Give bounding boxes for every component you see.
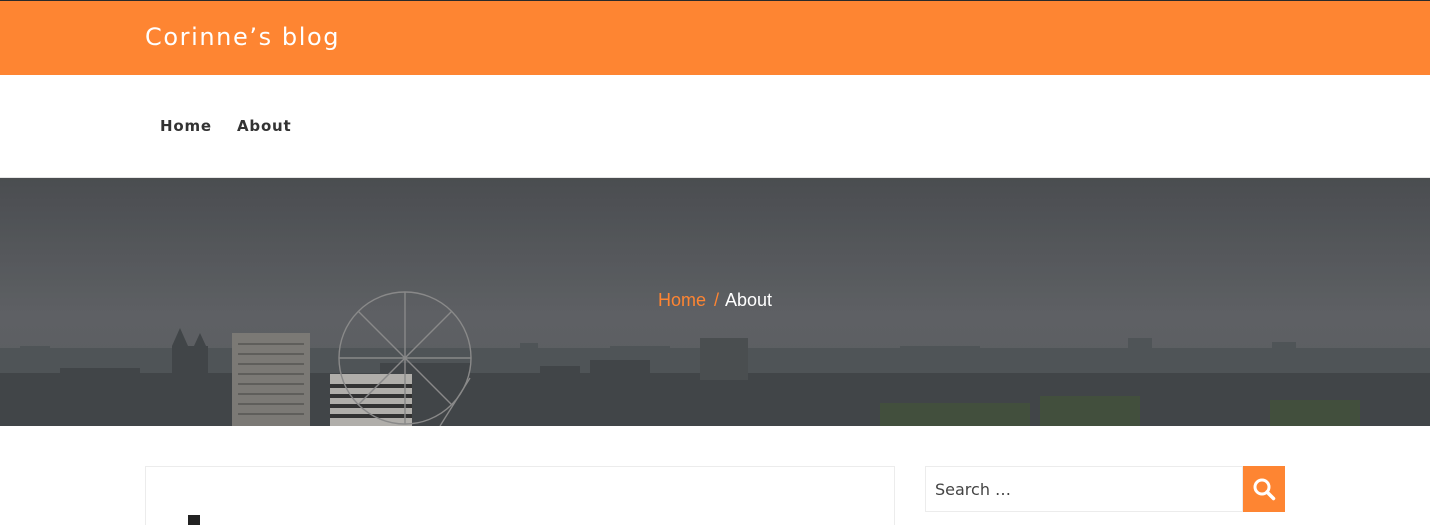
- main-navigation: Home About: [0, 75, 1430, 178]
- nav-item-about[interactable]: About: [237, 117, 292, 135]
- sidebar-search-form: [925, 466, 1285, 512]
- breadcrumb-home-link[interactable]: Home: [658, 290, 706, 310]
- search-button[interactable]: [1243, 466, 1285, 512]
- search-input[interactable]: [925, 466, 1243, 512]
- nav-item-home[interactable]: Home: [160, 117, 212, 135]
- hero-banner: Home / About: [0, 178, 1430, 426]
- search-icon: [1253, 478, 1276, 501]
- page-heading-fragment: [188, 515, 200, 525]
- site-title-link[interactable]: Corinne’s blog: [145, 23, 340, 51]
- breadcrumb: Home / About: [0, 290, 1430, 311]
- page-content-card: [145, 466, 895, 525]
- breadcrumb-current: About: [724, 290, 773, 310]
- breadcrumb-separator: /: [713, 290, 719, 310]
- site-header: Corinne’s blog: [0, 0, 1430, 75]
